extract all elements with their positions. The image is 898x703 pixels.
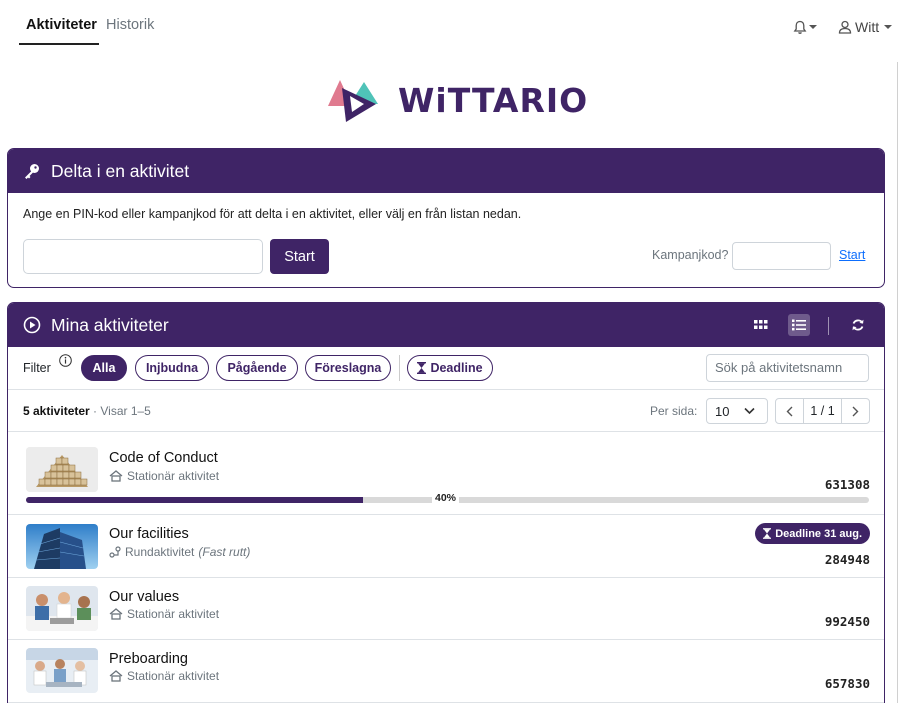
activity-thumbnail [26, 447, 98, 492]
campaign-code-label: Kampanjkod? [652, 248, 729, 262]
route-icon [109, 546, 121, 558]
deadline-badge: Deadline 31 aug. [755, 523, 870, 544]
activity-progress-label: 40% [432, 492, 460, 504]
join-activity-card: Delta i en aktivitet Ange en PIN-kod ell… [7, 148, 885, 288]
activity-thumbnail [26, 524, 98, 569]
activity-type-label: Stationär aktivitet [127, 607, 220, 621]
user-menu-button[interactable]: Witt [838, 17, 893, 37]
activity-title: Preboarding [109, 651, 188, 667]
activity-type-label: Stationär aktivitet [127, 669, 220, 683]
next-page-button[interactable] [842, 399, 869, 423]
activity-type: Rundaktivitet (Fast rutt) [109, 545, 250, 559]
results-bar: 5 aktiviteter · Visar 1–5 Per sida: 10 1… [8, 391, 884, 432]
chevron-right-icon [852, 406, 859, 416]
join-activity-header: Delta i en aktivitet [8, 149, 884, 193]
activity-thumbnail [26, 586, 98, 631]
refresh-button[interactable] [847, 314, 869, 336]
pin-input[interactable] [23, 239, 263, 274]
per-page-select[interactable]: 10 [706, 398, 768, 424]
filter-ongoing[interactable]: Pågående [216, 355, 298, 381]
station-icon [109, 608, 123, 620]
info-icon[interactable] [59, 354, 72, 370]
join-activity-title: Delta i en aktivitet [51, 160, 190, 181]
user-name: Witt [855, 19, 880, 35]
activity-pin-code: 631308 [824, 477, 870, 492]
activity-type: Stationär aktivitet [109, 469, 219, 483]
filter-divider [399, 355, 400, 381]
search-input[interactable]: Sök på aktivitetsnamn [706, 354, 869, 382]
activity-progress-bar: 40% [26, 492, 869, 504]
my-activities-title: Mina aktiviteter [51, 314, 169, 335]
user-icon [838, 20, 852, 34]
filter-invited[interactable]: Injbudna [135, 355, 209, 381]
logo-wordmark: WiTTARIO [398, 80, 589, 120]
my-activities-card: Mina aktiviteter Filter Alla Injbudna På… [7, 302, 885, 703]
filter-label: Filter [23, 361, 51, 375]
active-tab-indicator [19, 43, 99, 45]
page-indicator: 1 / 1 [803, 399, 842, 423]
activity-row[interactable]: Our values Stationär aktivitet 992450 [8, 579, 884, 640]
refresh-icon [852, 319, 864, 331]
chevron-down-icon [809, 25, 817, 29]
per-page-label: Per sida: [650, 404, 698, 418]
tab-aktiviteter[interactable]: Aktiviteter [26, 17, 97, 33]
tab-historik[interactable]: Historik [106, 17, 154, 33]
filter-suggested[interactable]: Föreslagna [305, 355, 391, 381]
chevron-left-icon [786, 406, 793, 416]
grid-view-button[interactable] [750, 314, 772, 336]
start-button[interactable]: Start [270, 239, 329, 274]
activity-type: Stationär aktivitet [109, 607, 219, 621]
notifications-button[interactable] [793, 17, 819, 37]
prev-page-button[interactable] [776, 399, 803, 423]
activity-type-label: Stationär aktivitet [127, 469, 220, 483]
activity-row[interactable]: Our facilities Rundaktivitet (Fast rutt)… [8, 516, 884, 578]
activity-type-note: (Fast rutt) [198, 545, 251, 559]
filter-deadline-label: Deadline [430, 361, 483, 375]
filter-deadline[interactable]: Deadline [407, 355, 493, 381]
activity-title: Our facilities [109, 526, 189, 542]
station-icon [109, 470, 123, 482]
toolbar-divider [828, 317, 829, 335]
filter-bar: Filter Alla Injbudna Pågående Föreslagna… [8, 347, 884, 390]
deadline-label: Deadline 31 aug. [775, 527, 862, 540]
station-icon [109, 670, 123, 682]
join-activity-description: Ange en PIN-kod eller kampanjkod för att… [23, 207, 522, 221]
activity-pin-code: 284948 [824, 552, 870, 567]
activity-type: Stationär aktivitet [109, 669, 219, 683]
brand-logo: WiTTARIO [326, 76, 588, 124]
activity-progress-fill [26, 497, 364, 503]
list-icon [792, 319, 806, 331]
pagination: 1 / 1 [775, 398, 870, 424]
grid-icon [754, 320, 768, 329]
chevron-down-icon [884, 25, 893, 29]
activity-pin-code: 657830 [824, 676, 870, 691]
top-navigation: Aktiviteter Historik Witt [0, 0, 898, 52]
list-view-button[interactable] [788, 314, 810, 336]
hourglass-icon [763, 528, 772, 539]
result-count: 5 aktiviteter · Visar 1–5 [23, 404, 151, 418]
campaign-code-input[interactable] [732, 242, 831, 270]
logo-mark-icon [328, 80, 378, 122]
play-circle-icon [23, 316, 41, 334]
chevron-down-icon [744, 407, 755, 415]
bell-icon [793, 20, 807, 34]
campaign-start-link[interactable]: Start [839, 248, 865, 262]
activity-thumbnail [26, 648, 98, 693]
per-page-value: 10 [715, 403, 730, 419]
result-count-range: · Visar 1–5 [89, 404, 151, 418]
activity-type-label: Rundaktivitet [125, 545, 195, 559]
filter-all[interactable]: Alla [81, 355, 127, 381]
key-icon [23, 162, 41, 180]
activity-title: Code of Conduct [109, 450, 218, 466]
result-count-total: 5 aktiviteter [23, 404, 90, 418]
activity-row[interactable]: Code of Conduct Stationär aktivitet 6313… [8, 433, 884, 515]
activity-title: Our values [109, 589, 180, 605]
activity-pin-code: 992450 [824, 614, 870, 629]
activity-row[interactable]: Preboarding Stationär aktivitet 657830 [8, 641, 884, 703]
hourglass-icon [417, 362, 427, 374]
